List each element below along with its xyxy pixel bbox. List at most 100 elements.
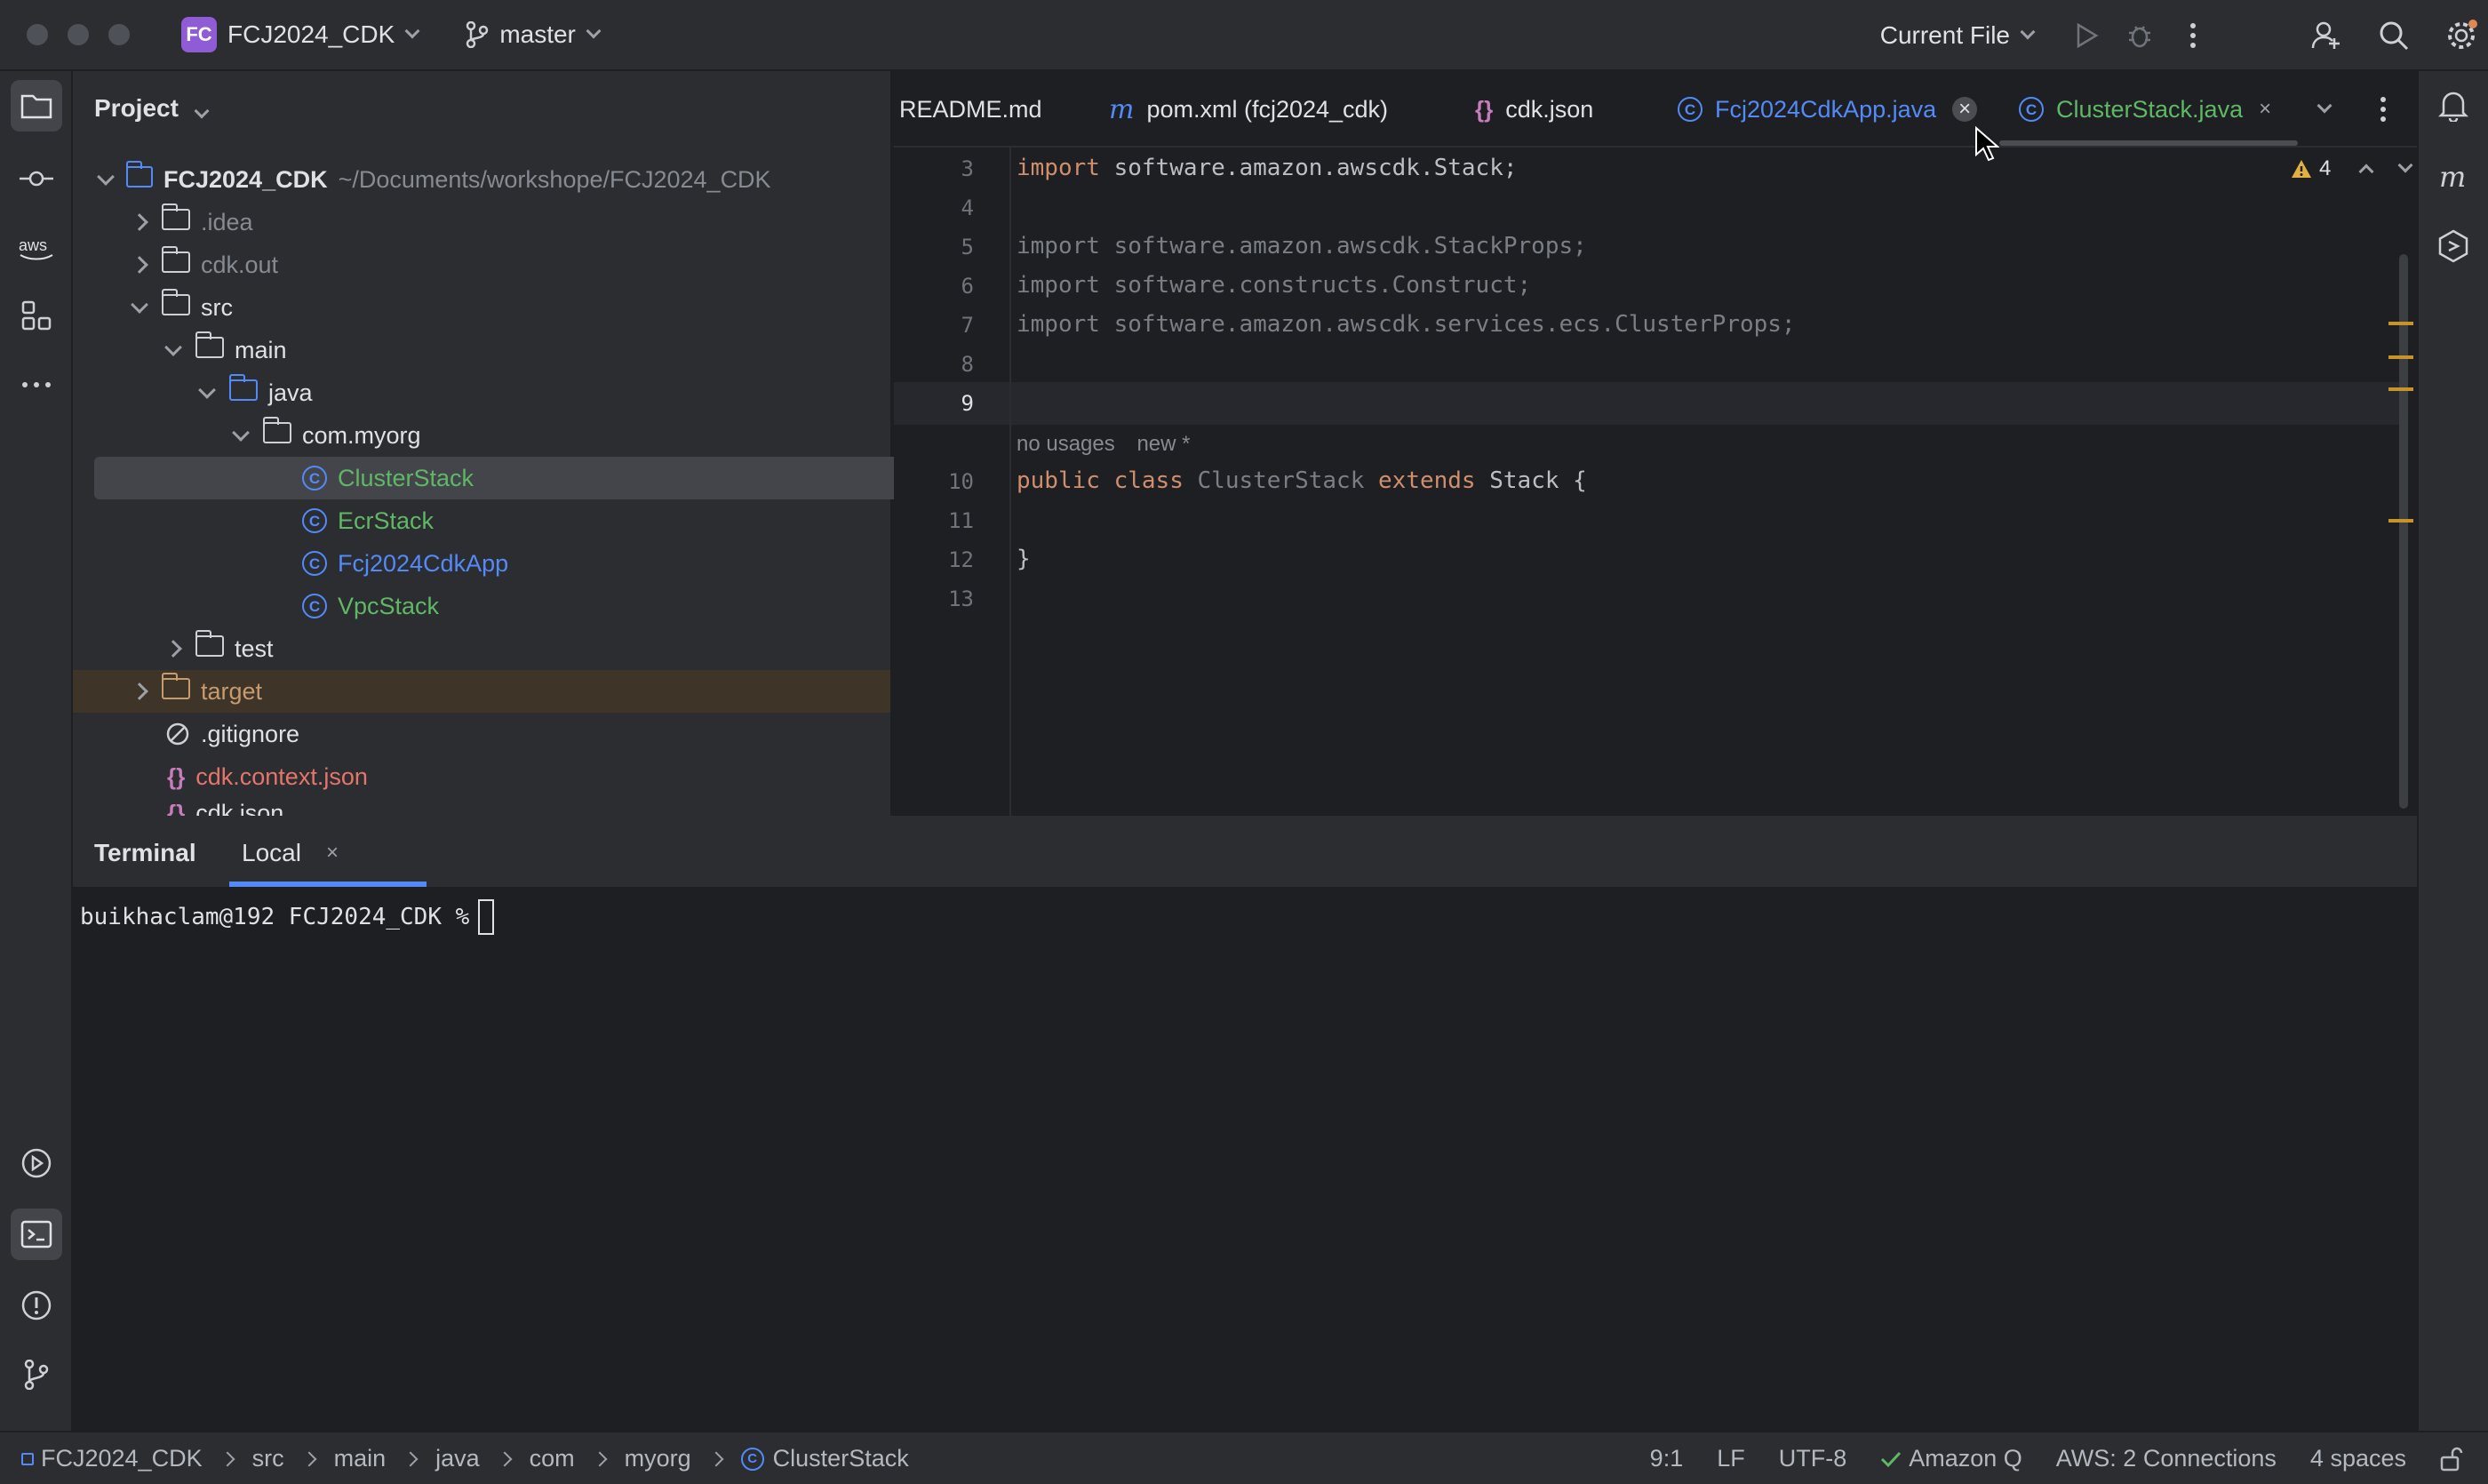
zoom-window-button[interactable] (108, 24, 130, 45)
project-tool-button[interactable] (11, 80, 62, 132)
close-tab-icon[interactable]: × (326, 841, 339, 866)
inspection-widget[interactable]: 4 (2291, 156, 2413, 181)
tab-cdk-json[interactable]: {} cdk.json (1475, 71, 1593, 146)
debug-icon[interactable] (2113, 9, 2166, 62)
breadcrumb-item[interactable]: java (435, 1445, 480, 1472)
tree-row-clusterstack[interactable]: C ClusterStack (94, 457, 944, 499)
more-vertical-icon[interactable] (2166, 9, 2220, 62)
warning-stripe-mark[interactable] (2388, 355, 2413, 359)
tab-clusterstack[interactable]: C ClusterStack.java × (2019, 71, 2271, 146)
tree-row-idea[interactable]: .idea (131, 201, 253, 243)
breadcrumb-item[interactable]: FCJ2024_CDK (21, 1445, 203, 1472)
search-icon[interactable] (2367, 9, 2420, 62)
keyword: class (1113, 467, 1184, 494)
chevron-down-icon[interactable] (2397, 157, 2413, 173)
collapse-arrow-icon[interactable] (131, 296, 148, 314)
run-icon[interactable] (2060, 9, 2113, 62)
run-configuration[interactable]: Current File (1880, 21, 2010, 50)
file-encoding[interactable]: UTF-8 (1779, 1445, 1847, 1472)
breadcrumb-item[interactable]: C ClusterStack (740, 1445, 909, 1472)
add-user-icon[interactable] (2300, 9, 2353, 62)
warning-stripe-mark[interactable] (2388, 387, 2413, 391)
aws-connections[interactable]: AWS: 2 Connections (2056, 1445, 2277, 1472)
tree-row-java[interactable]: java (198, 371, 313, 414)
project-panel-title[interactable]: Project (94, 94, 210, 123)
warning-stripe-mark[interactable] (2388, 322, 2413, 325)
terminal-tool-button[interactable] (11, 1209, 62, 1260)
editor-scrollbar[interactable] (2399, 254, 2408, 809)
line-separator[interactable]: LF (1717, 1445, 1745, 1472)
structure-tool-button[interactable] (11, 290, 62, 341)
close-window-button[interactable] (27, 24, 48, 45)
indent-setting[interactable]: 4 spaces (2310, 1445, 2406, 1472)
tree-row-src[interactable]: src (131, 286, 233, 329)
tree-row-fcj2024cdkapp[interactable]: C Fcj2024CdkApp (302, 542, 508, 585)
tree-row-gitignore[interactable]: .gitignore (165, 713, 299, 755)
chevron-down-icon[interactable] (194, 103, 210, 119)
collapse-arrow-icon[interactable] (198, 381, 216, 399)
aws-toolkit-button[interactable]: aws (11, 222, 62, 274)
more-tools-button[interactable] (11, 359, 62, 411)
code-text: } (1017, 546, 1031, 572)
close-tab-icon[interactable]: × (1952, 97, 1978, 122)
collapse-arrow-icon[interactable] (164, 339, 182, 356)
terminal-prompt[interactable]: buikhaclam@192 FCJ2024_CDK % (80, 899, 495, 935)
terminal-tab-local[interactable]: Local × (242, 839, 339, 867)
settings-gear-icon[interactable] (2435, 9, 2488, 62)
chevron-down-icon[interactable] (2020, 24, 2036, 40)
git-branch-icon[interactable] (466, 21, 489, 48)
code-vision-hint[interactable]: no usages new * (1017, 432, 1190, 457)
amazon-q-status[interactable]: Amazon Q (1880, 1445, 2022, 1472)
minimize-window-button[interactable] (68, 24, 89, 45)
code-editor[interactable]: 3 4 5 6 7 8 9 10 11 12 13 import softwar… (894, 148, 2417, 816)
commit-tool-button[interactable] (11, 153, 62, 204)
expand-arrow-icon[interactable] (131, 256, 148, 274)
tree-row-cdk-context-json[interactable]: {} cdk.context.json (167, 755, 368, 798)
chevron-down-icon[interactable] (2317, 98, 2332, 114)
maven-tool-button[interactable]: m (2428, 151, 2479, 203)
services-tool-button[interactable] (11, 1137, 62, 1189)
tab-pom-xml[interactable]: m pom.xml (fcj2024_cdk) (1109, 71, 1388, 146)
amazon-q-tool-button[interactable] (2428, 220, 2479, 272)
tree-row-vpcstack[interactable]: C VpcStack (302, 585, 439, 627)
chevron-right-icon (219, 1451, 235, 1466)
breadcrumb-item[interactable]: main (334, 1445, 387, 1472)
close-tab-icon[interactable]: × (2259, 97, 2271, 122)
tree-row-cdk-out[interactable]: cdk.out (131, 243, 278, 286)
expand-arrow-icon[interactable] (164, 640, 182, 658)
breadcrumb-item[interactable]: myorg (625, 1445, 691, 1472)
tree-row-main[interactable]: main (164, 329, 287, 371)
tabs-dropdown[interactable] (2317, 71, 2332, 146)
tree-row-target[interactable]: target (73, 670, 890, 713)
expand-arrow-icon[interactable] (131, 213, 148, 231)
warning-stripe-mark[interactable] (2388, 519, 2413, 523)
git-tool-button[interactable] (11, 1349, 62, 1400)
notifications-button[interactable] (2428, 80, 2479, 132)
breadcrumb-item[interactable]: com (530, 1445, 575, 1472)
expand-arrow-icon[interactable] (131, 682, 148, 700)
tree-row-ecrstack[interactable]: C EcrStack (302, 499, 434, 542)
tab-fcj2024cdkapp[interactable]: C Fcj2024CdkApp.java × (1678, 71, 1978, 146)
chevron-up-icon[interactable] (2358, 164, 2374, 180)
project-badge[interactable]: FC (181, 17, 217, 52)
tree-row-com-myorg[interactable]: com.myorg (232, 414, 421, 457)
breadcrumb-item[interactable]: src (252, 1445, 284, 1472)
usages-hint[interactable]: no usages (1017, 432, 1115, 456)
lock-open-icon[interactable] (2440, 1447, 2463, 1472)
collapse-arrow-icon[interactable] (97, 168, 115, 186)
problems-tool-button[interactable] (11, 1280, 62, 1331)
tree-row-root[interactable]: FCJ2024_CDK ~/Documents/workshope/FCJ202… (97, 158, 881, 201)
branch-name[interactable]: master (499, 20, 576, 49)
tabs-more[interactable] (2380, 71, 2387, 146)
tree-item-label: .idea (201, 208, 253, 235)
author-hint[interactable]: new * (1136, 432, 1190, 456)
line-number: 10 (948, 469, 974, 494)
caret-position[interactable]: 9:1 (1650, 1445, 1684, 1472)
project-name[interactable]: FCJ2024_CDK (227, 20, 395, 49)
chevron-down-icon[interactable] (404, 23, 420, 39)
tree-row-cdk-json[interactable]: {} cdk.json (167, 798, 283, 816)
tab-readme[interactable]: README.md (899, 71, 1042, 146)
chevron-down-icon[interactable] (586, 23, 602, 39)
tree-row-test[interactable]: test (164, 627, 274, 670)
collapse-arrow-icon[interactable] (232, 424, 250, 442)
